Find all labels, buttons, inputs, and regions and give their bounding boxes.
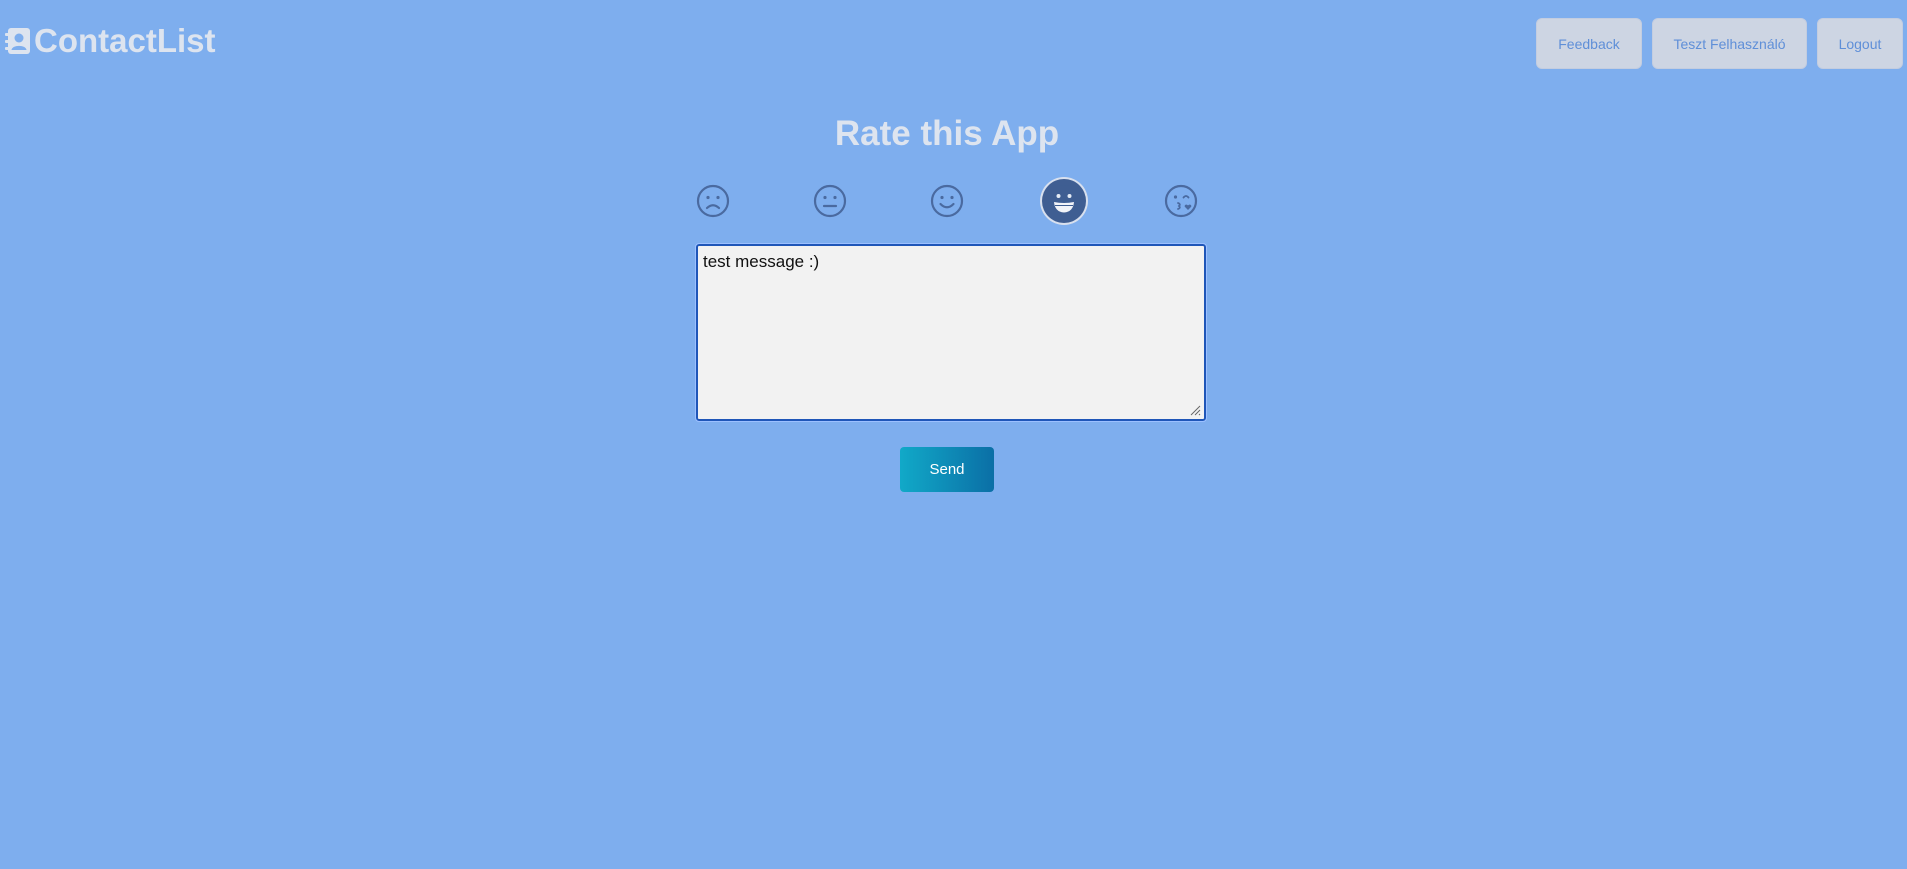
feedback-message-textarea[interactable]: test message :) bbox=[695, 243, 1207, 422]
logout-button[interactable]: Logout bbox=[1817, 18, 1903, 69]
user-menu-button[interactable]: Teszt Felhasználó bbox=[1652, 18, 1807, 69]
rating-options bbox=[0, 179, 1907, 223]
kiss-wink-icon bbox=[1164, 184, 1198, 218]
feedback-message-text: test message :) bbox=[703, 252, 820, 271]
smile-icon bbox=[930, 184, 964, 218]
grin-icon bbox=[1048, 185, 1080, 217]
neutral-face-icon bbox=[813, 184, 847, 218]
send-button[interactable]: Send bbox=[900, 447, 994, 492]
top-nav: Feedback Teszt Felhasználó Logout bbox=[1536, 18, 1903, 69]
frown-icon bbox=[696, 184, 730, 218]
rating-option-kiss-wink[interactable] bbox=[1159, 179, 1203, 223]
rating-option-neutral[interactable] bbox=[808, 179, 852, 223]
page-title: Rate this App bbox=[834, 114, 1060, 153]
brand-logo[interactable]: ContactList bbox=[4, 22, 216, 60]
rating-option-grin[interactable] bbox=[1042, 179, 1086, 223]
contact-card-icon bbox=[5, 28, 30, 54]
resize-grip-icon[interactable] bbox=[1189, 404, 1201, 416]
feedback-button[interactable]: Feedback bbox=[1536, 18, 1642, 69]
brand-name: ContactList bbox=[34, 22, 216, 59]
rating-option-smile[interactable] bbox=[925, 179, 969, 223]
rating-option-frown[interactable] bbox=[691, 179, 735, 223]
